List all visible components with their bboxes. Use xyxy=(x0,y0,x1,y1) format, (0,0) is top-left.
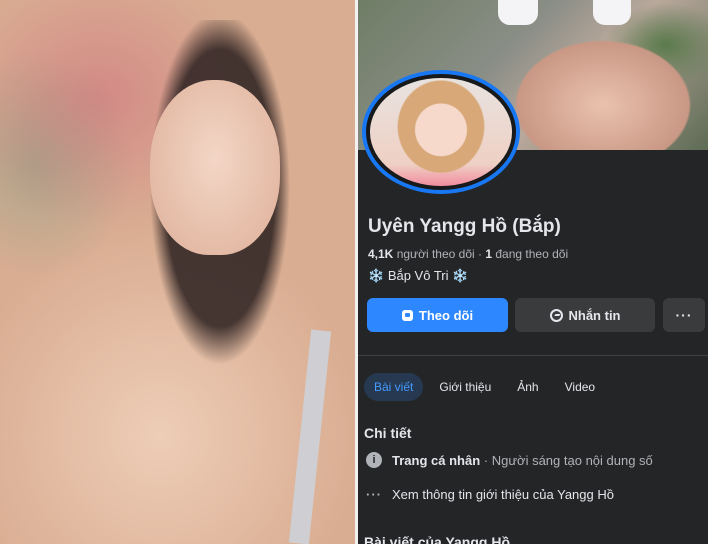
follow-label: Theo dõi xyxy=(418,307,474,323)
tab-photos[interactable]: Ảnh xyxy=(507,373,548,401)
cover-shoe xyxy=(593,0,631,25)
tab-posts[interactable]: Bài viết xyxy=(364,373,424,401)
followers-count[interactable]: 4,1K xyxy=(368,247,393,261)
messenger-icon xyxy=(549,308,563,322)
details-title: Chi tiết xyxy=(364,425,412,441)
stats-separator: · xyxy=(478,247,482,261)
tab-video[interactable]: Video xyxy=(555,373,605,401)
profile-tabs: Bài viết Giới thiệu Ảnh Video xyxy=(364,372,611,402)
follow-button[interactable]: Theo dõi xyxy=(367,298,508,332)
section-divider xyxy=(358,355,708,356)
more-dots-icon: ··· xyxy=(675,307,693,323)
snowflake-icon: ❄️ xyxy=(452,268,469,283)
message-label: Nhắn tin xyxy=(568,307,621,323)
follower-stats: 4,1K người theo dõi · 1 đang theo dõi xyxy=(368,247,568,261)
dots-icon: ··· xyxy=(366,487,382,502)
snowflake-icon: ❄️ xyxy=(368,268,385,283)
more-options-button[interactable]: ··· xyxy=(663,298,705,332)
profile-name: Uyên Yangg Hồ (Bắp) xyxy=(368,216,561,237)
cover-shoe xyxy=(498,0,538,25)
see-about-link[interactable]: Xem thông tin giới thiệu của Yangg Hồ xyxy=(392,487,614,502)
posts-section-title: Bài viết của Yangg Hồ xyxy=(364,534,511,544)
left-photo xyxy=(0,0,355,544)
page-type-separator: · xyxy=(483,452,489,468)
page-type-label: Trang cá nhân xyxy=(392,452,481,468)
follow-icon xyxy=(401,309,413,321)
tab-about[interactable]: Giới thiệu xyxy=(429,373,501,401)
detail-page-type: i Trang cá nhân · Người sáng tạo nội dun… xyxy=(366,452,653,468)
photo-face xyxy=(150,80,280,255)
followers-label[interactable]: người theo dõi xyxy=(397,247,475,261)
following-label[interactable]: đang theo dõi xyxy=(495,247,568,261)
facebook-profile-panel: Uyên Yangg Hồ (Bắp) 4,1K người theo dõi … xyxy=(358,0,708,544)
following-count[interactable]: 1 xyxy=(485,247,492,261)
see-about-row[interactable]: ··· Xem thông tin giới thiệu của Yangg H… xyxy=(366,487,614,502)
bio-text: Bắp Vô Tri xyxy=(387,268,449,283)
info-icon: i xyxy=(366,452,382,468)
profile-avatar[interactable] xyxy=(370,78,512,186)
profile-bio: ❄️ Bắp Vô Tri ❄️ xyxy=(368,268,468,284)
message-button[interactable]: Nhắn tin xyxy=(515,298,655,332)
page-type-value: Người sáng tạo nội dung số xyxy=(491,452,653,468)
